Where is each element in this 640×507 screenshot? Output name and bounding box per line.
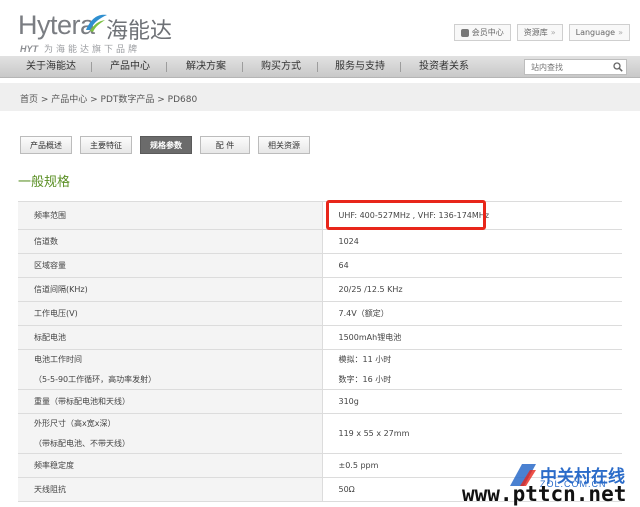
table-row: 电池工作时间 （5-5-90工作循环，高功率发射） 模拟：11 小时 数字：16… xyxy=(18,349,622,390)
spec-value: 1500mAh锂电池 xyxy=(322,325,622,350)
spec-table: 频率范围 UHF: 400-527MHz , VHF: 136-174MHz 信… xyxy=(18,201,622,502)
spec-label: 标配电池 xyxy=(18,325,323,350)
search-input[interactable] xyxy=(525,60,613,74)
nav-divider xyxy=(166,62,167,72)
spec-label-line: 外形尺寸（高x宽x深） xyxy=(34,419,116,428)
spec-label: 信道数 xyxy=(18,229,323,254)
spec-label-line: （带标配电池、不带天线） xyxy=(34,439,130,448)
tab-resources[interactable]: 相关资源 xyxy=(258,136,310,154)
tab-overview[interactable]: 产品概述 xyxy=(20,136,72,154)
nav-divider xyxy=(400,62,401,72)
table-row: 标配电池 1500mAh锂电池 xyxy=(18,325,622,350)
spec-label: 电池工作时间 （5-5-90工作循环，高功率发射） xyxy=(18,349,323,390)
spec-label: 区域容量 xyxy=(18,253,323,278)
spec-label: 频率范围 xyxy=(18,201,323,230)
spec-label-line: 电池工作时间 xyxy=(34,355,82,364)
table-row: 重量（带标配电池和天线） 310g xyxy=(18,389,622,414)
hyt-brand: HYT xyxy=(20,44,38,54)
member-center-label: 会员中心 xyxy=(471,28,504,37)
resource-library-label: 资源库 xyxy=(523,28,548,37)
product-tabs: 产品概述 主要特征 规格参数 配 件 相关资源 xyxy=(20,136,310,154)
section-title: 一般规格 xyxy=(18,175,71,190)
spec-value: 模拟：11 小时 数字：16 小时 xyxy=(322,349,622,390)
language-link[interactable]: Language » xyxy=(568,24,630,41)
spec-label: 外形尺寸（高x宽x深） （带标配电池、不带天线） xyxy=(18,413,323,454)
resource-library-link[interactable]: 资源库 » xyxy=(516,24,563,41)
chevron-right-icon: » xyxy=(550,28,556,37)
table-row: 信道间隔(KHz) 20/25 /12.5 KHz xyxy=(18,277,622,302)
site-header: Hytera 海能达 HYT 为海能达旗下品牌 会员中心 资源库 » Langua… xyxy=(0,0,640,58)
nav-item-purchase[interactable]: 购买方式 xyxy=(261,56,301,78)
spec-label: 工作电压(V) xyxy=(18,301,323,326)
nav-item-about[interactable]: 关于海能达 xyxy=(26,56,76,78)
nav-item-products[interactable]: 产品中心 xyxy=(110,56,150,78)
spec-label-line: （5-5-90工作循环，高功率发射） xyxy=(34,375,157,384)
logo-swoosh-icon xyxy=(86,14,107,32)
nav-divider xyxy=(91,62,92,72)
spec-label: 频率稳定度 xyxy=(18,453,323,478)
logo-slogan-text: 为海能达旗下品牌 xyxy=(44,45,141,55)
spec-value-line: 模拟：11 小时 xyxy=(338,355,392,364)
main-nav: 关于海能达 产品中心 解决方案 购买方式 服务与支持 投资者关系 xyxy=(0,56,640,78)
tab-features[interactable]: 主要特征 xyxy=(80,136,132,154)
spec-label: 信道间隔(KHz) xyxy=(18,277,323,302)
table-row: 频率范围 UHF: 400-527MHz , VHF: 136-174MHz xyxy=(18,201,622,230)
spec-value: 1024 xyxy=(322,229,622,254)
table-row: 工作电压(V) 7.4V（额定） xyxy=(18,301,622,326)
spec-value: 20/25 /12.5 KHz xyxy=(322,277,622,302)
nav-item-investors[interactable]: 投资者关系 xyxy=(419,56,469,78)
breadcrumb-text[interactable]: 首页 > 产品中心 > PDT数字产品 > PD680 xyxy=(20,92,197,105)
nav-divider xyxy=(242,62,243,72)
spec-label: 天线阻抗 xyxy=(18,477,323,502)
logo-cn-text: 海能达 xyxy=(106,19,173,44)
top-links: 会员中心 资源库 » Language » xyxy=(453,24,630,41)
tab-specifications[interactable]: 规格参数 xyxy=(140,136,192,154)
spec-label: 重量（带标配电池和天线） xyxy=(18,389,323,414)
language-label: Language xyxy=(575,28,616,37)
frequency-highlight-box xyxy=(326,200,486,230)
spec-value: 310g xyxy=(322,389,622,414)
table-row: 信道数 1024 xyxy=(18,229,622,254)
tab-accessories[interactable]: 配 件 xyxy=(200,136,250,154)
nav-item-support[interactable]: 服务与支持 xyxy=(335,56,385,78)
logo-slogan: HYT 为海能达旗下品牌 xyxy=(20,42,140,55)
nav-item-solutions[interactable]: 解决方案 xyxy=(186,56,226,78)
user-icon xyxy=(460,28,469,37)
member-center-link[interactable]: 会员中心 xyxy=(453,24,511,41)
spec-value-line: 数字：16 小时 xyxy=(338,375,392,384)
table-row: 外形尺寸（高x宽x深） （带标配电池、不带天线） 119 x 55 x 27mm xyxy=(18,413,622,454)
spec-value: 64 xyxy=(322,253,622,278)
breadcrumb: 首页 > 产品中心 > PDT数字产品 > PD680 xyxy=(0,83,640,111)
watermark-url: www.pttcn.net xyxy=(462,482,627,506)
chevron-right-icon: » xyxy=(618,28,623,37)
search-icon[interactable] xyxy=(613,62,623,72)
table-row: 区域容量 64 xyxy=(18,253,622,278)
site-search xyxy=(524,59,627,75)
spec-value: 119 x 55 x 27mm xyxy=(322,413,622,454)
nav-divider xyxy=(317,62,318,72)
spec-value: 7.4V（额定） xyxy=(322,301,622,326)
